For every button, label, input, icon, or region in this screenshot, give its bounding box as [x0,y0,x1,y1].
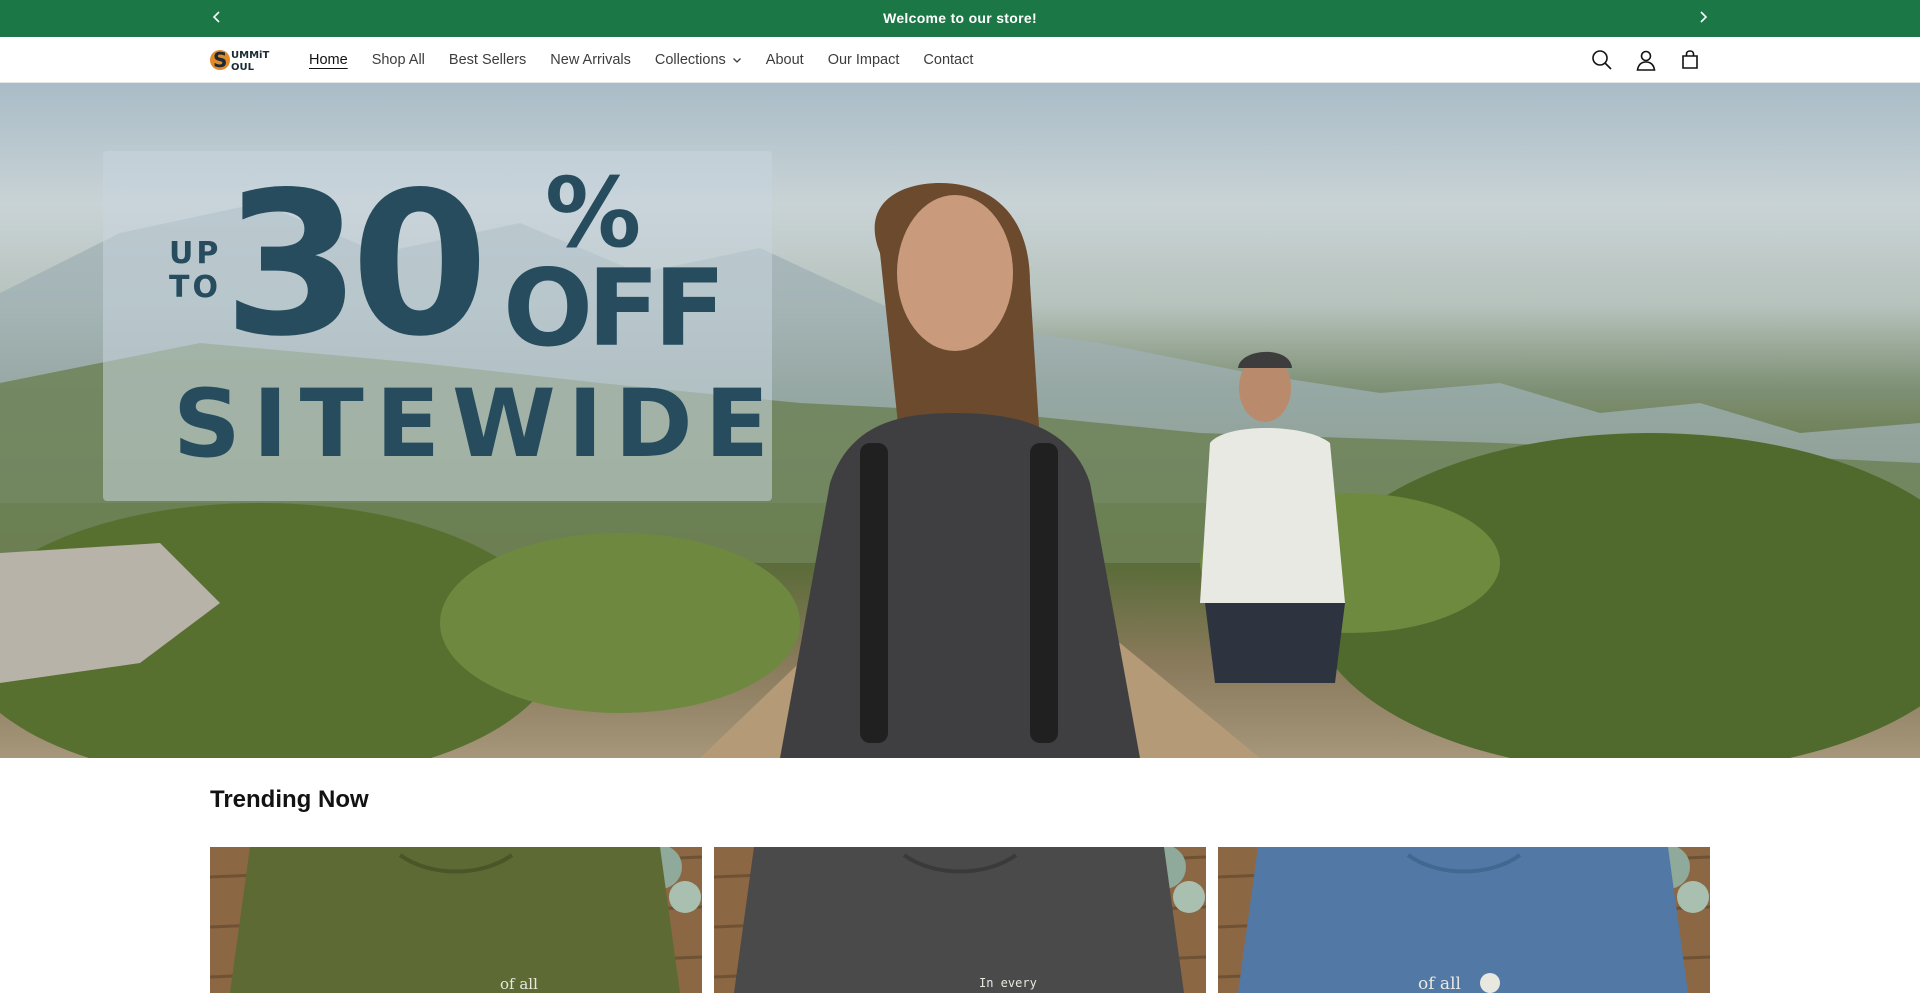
product-image: of all [210,847,702,993]
cart-icon [1682,50,1698,69]
chevron-right-icon [1700,11,1708,23]
search-icon [1592,50,1612,70]
product-card[interactable]: of all [1218,847,1710,993]
cart-button[interactable] [1668,38,1712,82]
nav-item-new-arrivals[interactable]: New Arrivals [538,52,643,68]
nav-item-label: About [765,52,804,68]
nav-item-label: Our Impact [827,52,900,68]
chevron-down-icon [732,58,741,63]
svg-text:In every: In every [979,976,1037,990]
promo-sitewide: SITEWIDE [173,370,781,479]
header-icons [1580,37,1712,83]
search-button[interactable] [1580,38,1624,82]
announcement-message: Welcome to our store! [883,10,1037,26]
product-grid: of all In every of all [210,847,1710,993]
promo-up: UP [169,236,222,271]
account-icon [1636,50,1656,71]
nav-item-label: Collections [654,52,726,68]
promo-overlay: UP TO 30 % OFF SITEWIDE [103,151,772,501]
nav-item-shop-all[interactable]: Shop All [360,52,437,68]
nav-item-collections[interactable]: Collections [643,52,754,68]
hero-banner[interactable]: UP TO 30 % OFF SITEWIDE [0,83,1920,758]
promo-up-to: UP TO [169,237,221,305]
nav-item-label: New Arrivals [550,52,631,68]
nav-item-label: Home [309,52,348,68]
nav-item-home[interactable]: Home [297,52,360,68]
svg-text:of all: of all [500,975,538,993]
account-button[interactable] [1624,38,1668,82]
site-header: S UMMiT OUL Home Shop All Best Sellers N… [0,37,1920,83]
svg-text:UMMiT: UMMiT [231,50,269,61]
svg-text:S: S [213,48,227,72]
promo-off: OFF [503,247,726,370]
announcement-bar: Welcome to our store! [0,0,1920,37]
announcement-next-button[interactable] [1691,7,1715,29]
nav-item-about[interactable]: About [754,52,816,68]
nav-item-label: Contact [923,52,974,68]
promo-number: 30 [223,149,489,380]
site-logo[interactable]: S UMMiT OUL [209,45,271,75]
nav-item-best-sellers[interactable]: Best Sellers [437,52,538,68]
nav-item-contact[interactable]: Contact [911,52,985,68]
svg-text:OUL: OUL [231,62,255,73]
trending-title: Trending Now [210,786,369,813]
nav-item-label: Best Sellers [448,52,527,68]
nav-item-label: Shop All [371,52,425,68]
main-nav: Home Shop All Best Sellers New Arrivals … [297,37,985,83]
svg-text:of all: of all [1418,974,1461,993]
nav-item-our-impact[interactable]: Our Impact [816,52,912,68]
product-card[interactable]: of all [210,847,702,993]
promo-to: TO [169,270,221,305]
product-image: of all [1218,847,1710,993]
product-image: In every [714,847,1206,993]
product-card[interactable]: In every [714,847,1206,993]
